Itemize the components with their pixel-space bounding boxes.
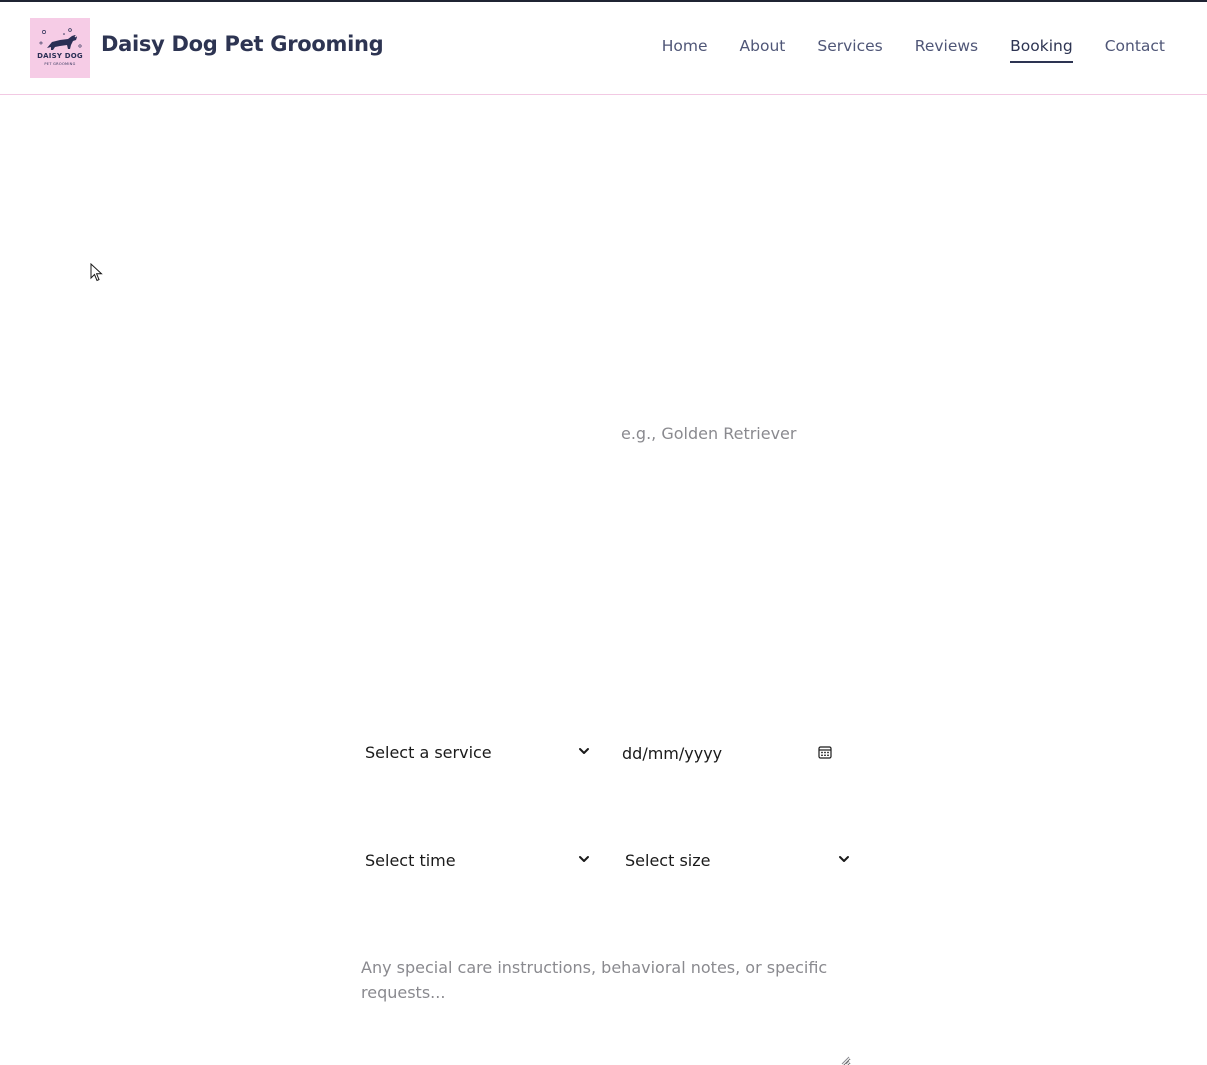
nav-about[interactable]: About [740, 37, 786, 63]
size-select-value: Select size [625, 850, 711, 870]
nav-home[interactable]: Home [662, 37, 708, 63]
mouse-pointer-icon [90, 263, 103, 282]
logo-text: DAISY DOG [37, 52, 83, 60]
service-select-value: Select a service [365, 742, 492, 762]
site-logo[interactable]: DAISY DOG PET GROOMING [30, 18, 90, 78]
nav-booking[interactable]: Booking [1010, 37, 1073, 63]
service-select[interactable]: Select a service [365, 738, 590, 766]
chevron-down-icon [579, 748, 589, 754]
time-select[interactable]: Select time [365, 846, 590, 874]
date-input-value: dd/mm/yyyy [622, 743, 723, 763]
nav-reviews[interactable]: Reviews [915, 37, 978, 63]
site-header: DAISY DOG PET GROOMING Daisy Dog Pet Gro… [0, 2, 1207, 95]
site-title[interactable]: Daisy Dog Pet Grooming [101, 32, 384, 56]
resize-grip-icon[interactable] [841, 1056, 850, 1065]
nav-services[interactable]: Services [817, 37, 882, 63]
chevron-down-icon [579, 856, 589, 862]
size-select[interactable]: Select size [625, 846, 850, 874]
breed-input[interactable] [614, 420, 854, 446]
nav-contact[interactable]: Contact [1105, 37, 1165, 63]
calendar-icon[interactable] [818, 745, 832, 759]
logo-subtext: PET GROOMING [44, 62, 76, 66]
special-notes-textarea[interactable] [361, 955, 851, 1065]
date-input[interactable]: dd/mm/yyyy [622, 739, 834, 767]
time-select-value: Select time [365, 850, 456, 870]
chevron-down-icon [839, 856, 849, 862]
dog-logo-icon [39, 28, 82, 50]
main-nav: Home About Services Reviews Booking Cont… [662, 37, 1165, 63]
